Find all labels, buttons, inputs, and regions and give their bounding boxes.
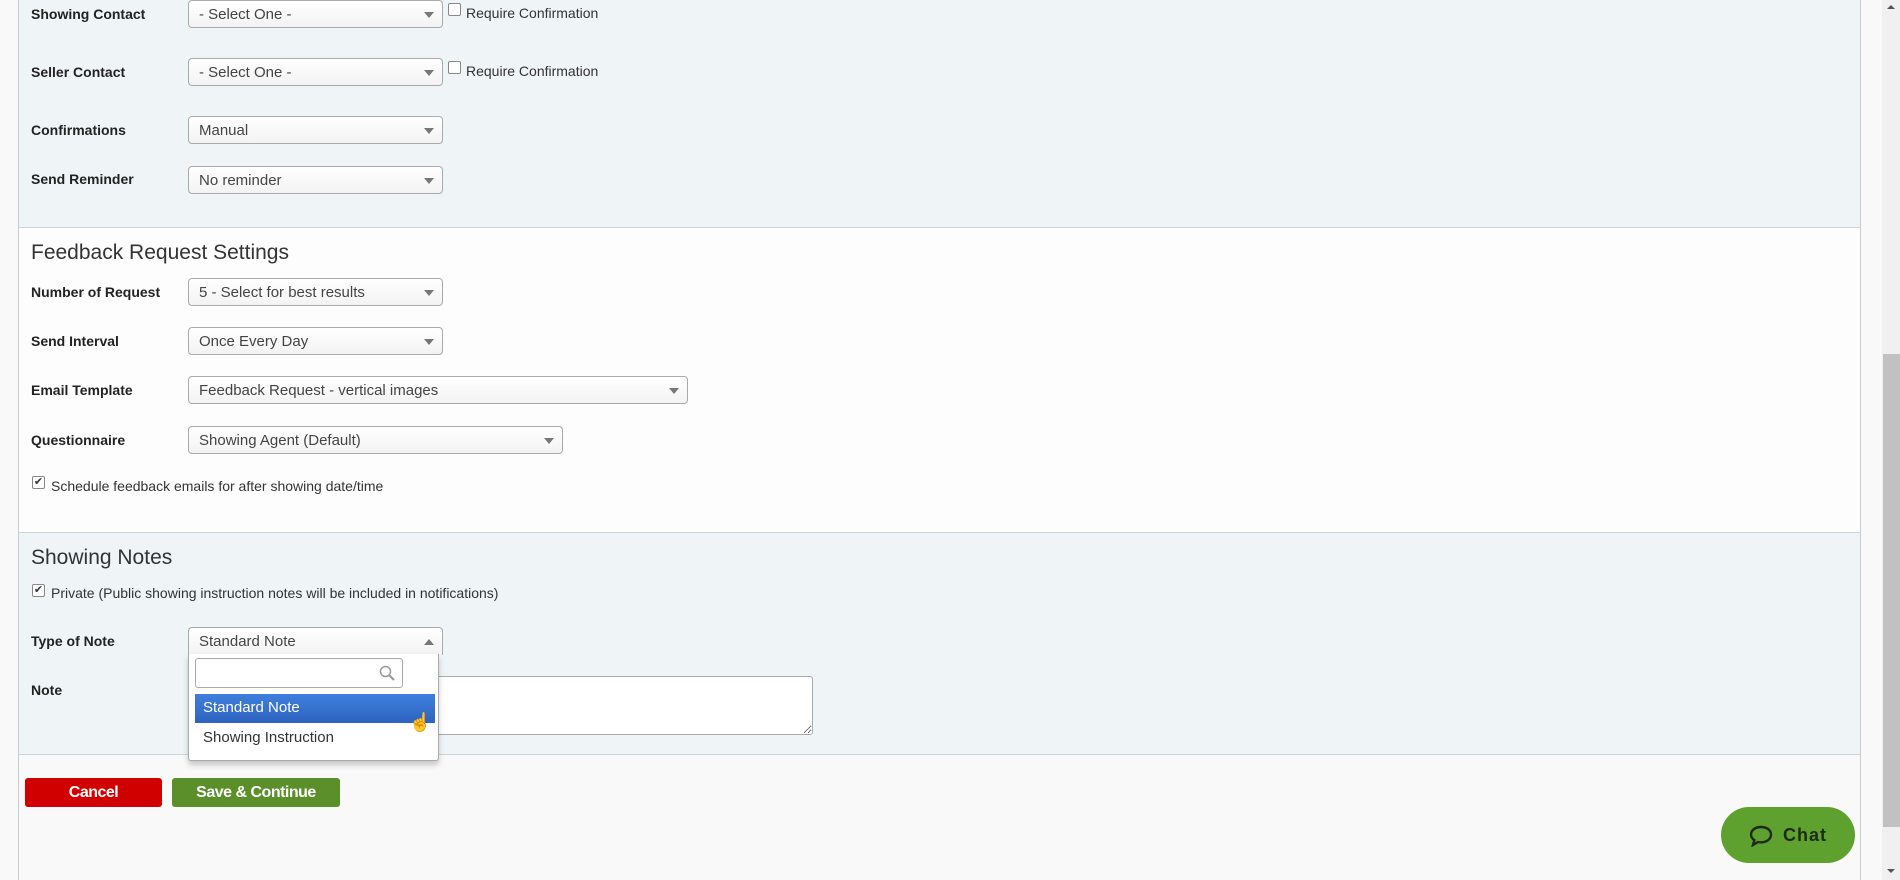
- chat-label: Chat: [1783, 825, 1827, 845]
- questionnaire-label: Questionnaire: [31, 432, 126, 448]
- number-of-request-select[interactable]: 5 - Select for best results: [188, 278, 443, 306]
- schedule-feedback-checkbox[interactable]: ✔: [32, 476, 45, 489]
- chat-button[interactable]: Chat: [1721, 807, 1855, 863]
- chevron-down-icon: [424, 290, 434, 296]
- chevron-down-icon: [424, 70, 434, 76]
- chat-bubble-icon: [1749, 825, 1773, 847]
- seller-contact-label: Seller Contact: [31, 64, 126, 80]
- dropdown-option-showing-instruction[interactable]: Showing Instruction: [195, 724, 435, 753]
- send-reminder-label: Send Reminder: [31, 171, 134, 187]
- chevron-down-icon: [669, 388, 679, 394]
- chevron-down-icon: [424, 178, 434, 184]
- select-value: - Select One -: [199, 64, 292, 81]
- select-value: Once Every Day: [199, 333, 309, 350]
- select-value: Showing Agent (Default): [199, 432, 361, 449]
- select-value: - Select One -: [199, 6, 292, 23]
- search-icon: [379, 665, 395, 681]
- select-value: 5 - Select for best results: [199, 284, 365, 301]
- chevron-up-icon: [424, 639, 434, 645]
- private-checkbox[interactable]: ✔: [32, 584, 45, 597]
- select-value: Feedback Request - vertical images: [199, 382, 439, 399]
- seller-contact-select[interactable]: - Select One -: [188, 58, 443, 86]
- number-of-request-label: Number of Request: [31, 284, 161, 300]
- note-label: Note: [31, 682, 63, 698]
- private-label: Private (Public showing instruction note…: [51, 585, 499, 601]
- type-of-note-select[interactable]: Standard Note: [188, 627, 443, 655]
- questionnaire-select[interactable]: Showing Agent (Default): [188, 426, 563, 454]
- confirmations-select[interactable]: Manual: [188, 116, 443, 144]
- scroll-up-icon[interactable]: [1887, 5, 1895, 9]
- chevron-down-icon: [424, 12, 434, 18]
- showing-contact-select[interactable]: - Select One -: [188, 0, 443, 28]
- email-template-label: Email Template: [31, 382, 133, 398]
- chevron-down-icon: [424, 339, 434, 345]
- email-template-select[interactable]: Feedback Request - vertical images: [188, 376, 688, 404]
- require-confirmation-label: Require Confirmation: [466, 5, 599, 21]
- seller-contact-require-confirmation-checkbox[interactable]: [448, 61, 461, 74]
- type-of-note-label: Type of Note: [31, 633, 115, 649]
- send-reminder-select[interactable]: No reminder: [188, 166, 443, 194]
- select-value: Standard Note: [199, 633, 296, 650]
- send-interval-label: Send Interval: [31, 333, 119, 349]
- showing-contact-label: Showing Contact: [31, 6, 146, 22]
- send-interval-select[interactable]: Once Every Day: [188, 327, 443, 355]
- showing-contact-require-confirmation-checkbox[interactable]: [448, 3, 461, 16]
- select-value: No reminder: [199, 172, 282, 189]
- confirmations-label: Confirmations: [31, 122, 126, 138]
- require-confirmation-label: Require Confirmation: [466, 63, 599, 79]
- chevron-down-icon: [424, 128, 434, 134]
- scroll-down-icon[interactable]: [1887, 869, 1895, 873]
- type-of-note-dropdown: Standard Note Showing Instruction ☝: [188, 654, 439, 761]
- notes-section-title: Showing Notes: [31, 546, 173, 569]
- scrollbar-thumb[interactable]: [1883, 354, 1900, 827]
- actions-section: [18, 755, 1861, 880]
- chevron-down-icon: [544, 438, 554, 444]
- scrollbar[interactable]: [1882, 0, 1900, 880]
- dropdown-option-standard-note[interactable]: Standard Note: [195, 694, 435, 723]
- select-value: Manual: [199, 122, 249, 139]
- feedback-section-title: Feedback Request Settings: [31, 241, 289, 264]
- save-continue-button[interactable]: Save & Continue: [172, 778, 340, 807]
- cancel-button[interactable]: Cancel: [25, 778, 162, 807]
- dropdown-search-input[interactable]: [195, 658, 403, 688]
- schedule-feedback-label: Schedule feedback emails for after showi…: [51, 478, 384, 494]
- hand-cursor-icon: ☝: [409, 712, 432, 732]
